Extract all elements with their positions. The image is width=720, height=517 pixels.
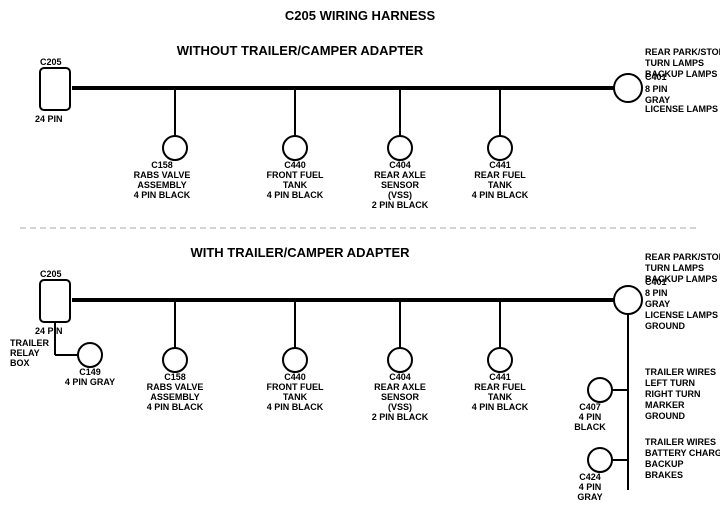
- c407-pin: 4 PIN: [579, 412, 602, 422]
- c424-pin: 4 PIN: [579, 482, 602, 492]
- c441-connector-1: [488, 136, 512, 160]
- c401-sub-2: 8 PIN: [645, 288, 668, 298]
- c407-right-label3: RIGHT TURN: [645, 389, 701, 399]
- c404-text4-1: 2 PIN BLACK: [372, 200, 429, 210]
- c424-right-label3: BACKUP: [645, 459, 684, 469]
- right-label-1d: LICENSE LAMPS: [645, 104, 718, 114]
- c440-text3-1: 4 PIN BLACK: [267, 190, 324, 200]
- relay-label3: BOX: [10, 358, 30, 368]
- c424-color: GRAY: [577, 492, 602, 502]
- c158-connector-2: [163, 348, 187, 372]
- right2-label-e: GROUND: [645, 321, 685, 331]
- c441-text1-2: REAR FUEL: [474, 382, 526, 392]
- right2-label-b: TURN LAMPS: [645, 263, 704, 273]
- c404-text3-1: (VSS): [388, 190, 412, 200]
- c407-right-label5: GROUND: [645, 411, 685, 421]
- c158-label-1: C158: [151, 160, 173, 170]
- c158-text1-2: RABS VALVE: [147, 382, 204, 392]
- c440-text3-2: 4 PIN BLACK: [267, 402, 324, 412]
- c149-pin: 4 PIN GRAY: [65, 377, 115, 387]
- c404-text1-1: REAR AXLE: [374, 170, 426, 180]
- c424-connector: [588, 448, 612, 472]
- c407-right-label4: MARKER: [645, 400, 685, 410]
- c205-connector-1: [40, 68, 70, 110]
- c404-text3-2: (VSS): [388, 402, 412, 412]
- right-label-1b: TURN LAMPS: [645, 58, 704, 68]
- c441-connector-2: [488, 348, 512, 372]
- c158-text2-1: ASSEMBLY: [137, 180, 186, 190]
- c424-right-label4: BRAKES: [645, 470, 683, 480]
- c404-connector-1: [388, 136, 412, 160]
- c441-text1-1: REAR FUEL: [474, 170, 526, 180]
- c441-text2-1: TANK: [488, 180, 513, 190]
- c404-label-2: C404: [389, 372, 411, 382]
- right-label-1c: BACKUP LAMPS: [645, 69, 717, 79]
- c401-connector-1: [614, 74, 642, 102]
- c401-gray-2: GRAY: [645, 299, 670, 309]
- c158-text3-1: 4 PIN BLACK: [134, 190, 191, 200]
- c404-text1-2: REAR AXLE: [374, 382, 426, 392]
- c205-label-1: C205: [40, 57, 62, 67]
- c440-text2-1: TANK: [283, 180, 308, 190]
- c407-connector: [588, 378, 612, 402]
- c440-label-2: C440: [284, 372, 306, 382]
- c401-connector-2: [614, 286, 642, 314]
- c440-connector-1: [283, 136, 307, 160]
- relay-label1: TRAILER: [10, 338, 49, 348]
- right2-label-a: REAR PARK/STOP: [645, 252, 720, 262]
- c404-text2-2: SENSOR: [381, 392, 420, 402]
- c424-label: C424: [579, 472, 601, 482]
- c401-sub-1: 8 PIN: [645, 84, 668, 94]
- c441-label-2: C441: [489, 372, 511, 382]
- c407-color: BLACK: [574, 422, 606, 432]
- c205-pin-1: 24 PIN: [35, 114, 63, 124]
- c440-text1-2: FRONT FUEL: [267, 382, 324, 392]
- c407-right-label2: LEFT TURN: [645, 378, 695, 388]
- c440-label-1: C440: [284, 160, 306, 170]
- c404-connector-2: [388, 348, 412, 372]
- page-title: C205 WIRING HARNESS: [285, 8, 436, 23]
- c441-text3-1: 4 PIN BLACK: [472, 190, 529, 200]
- c404-text2-1: SENSOR: [381, 180, 420, 190]
- c424-right-label1: TRAILER WIRES: [645, 437, 716, 447]
- c158-label-2: C158: [164, 372, 186, 382]
- c149-connector: [78, 343, 102, 367]
- c424-right-label2: BATTERY CHARGE: [645, 448, 720, 458]
- relay-label2: RELAY: [10, 348, 40, 358]
- c404-text4-2: 2 PIN BLACK: [372, 412, 429, 422]
- c440-text2-2: TANK: [283, 392, 308, 402]
- c407-right-label1: TRAILER WIRES: [645, 367, 716, 377]
- c149-label: C149: [79, 367, 101, 377]
- right2-label-c: BACKUP LAMPS: [645, 274, 717, 284]
- c404-label-1: C404: [389, 160, 411, 170]
- c158-connector-1: [163, 136, 187, 160]
- c407-label: C407: [579, 402, 601, 412]
- section2-label: WITH TRAILER/CAMPER ADAPTER: [190, 245, 410, 260]
- c440-text1-1: FRONT FUEL: [267, 170, 324, 180]
- c158-text1-1: RABS VALVE: [134, 170, 191, 180]
- c205-connector-2: [40, 280, 70, 322]
- section1-label: WITHOUT TRAILER/CAMPER ADAPTER: [177, 43, 424, 58]
- c205-pin-2: 24 PIN: [35, 326, 63, 336]
- c205-label-2: C205: [40, 269, 62, 279]
- right2-label-d: LICENSE LAMPS: [645, 310, 718, 320]
- c441-text3-2: 4 PIN BLACK: [472, 402, 529, 412]
- right-label-1a: REAR PARK/STOP: [645, 47, 720, 57]
- c158-text2-2: ASSEMBLY: [150, 392, 199, 402]
- c158-text3-2: 4 PIN BLACK: [147, 402, 204, 412]
- c440-connector-2: [283, 348, 307, 372]
- c441-label-1: C441: [489, 160, 511, 170]
- c441-text2-2: TANK: [488, 392, 513, 402]
